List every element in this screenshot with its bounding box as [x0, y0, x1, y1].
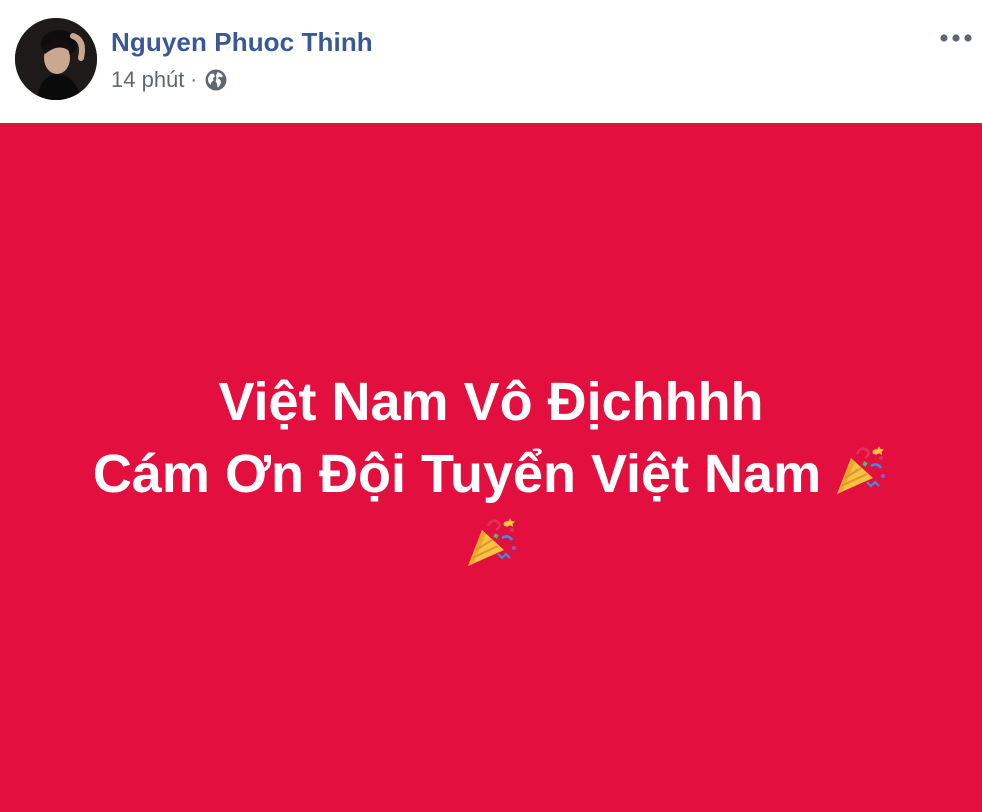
status-message: Việt Nam Vô Địchhhh Cám Ơn Đội Tuyển Việ… [40, 366, 942, 582]
author-avatar[interactable] [15, 18, 97, 100]
post-timestamp[interactable]: 14 phút [111, 67, 184, 93]
meta-separator: · [190, 68, 198, 91]
post-header: Nguyen Phuoc Thinh 14 phút · [0, 0, 982, 123]
status-line-1: Việt Nam Vô Địchhhh [218, 372, 764, 432]
party-popper-icon [831, 440, 889, 498]
status-line-2: Cám Ơn Đội Tuyển Việt Nam [92, 444, 822, 504]
facebook-post: Nguyen Phuoc Thinh 14 phút · Việt Nam Vô… [0, 0, 982, 812]
avatar-photo [15, 18, 97, 100]
status-line-2-row: Cám Ơn Đội Tuyển Việt Nam [40, 438, 942, 510]
globe-icon[interactable] [204, 68, 228, 92]
post-meta: 14 phút · [111, 66, 228, 94]
author-name[interactable]: Nguyen Phuoc Thinh [111, 27, 373, 58]
party-popper-icon [462, 512, 520, 570]
status-background: Việt Nam Vô Địchhhh Cám Ơn Đội Tuyển Việ… [0, 123, 982, 812]
status-line-3 [40, 510, 942, 582]
more-options-icon [940, 34, 972, 42]
more-options-button[interactable] [938, 24, 974, 52]
